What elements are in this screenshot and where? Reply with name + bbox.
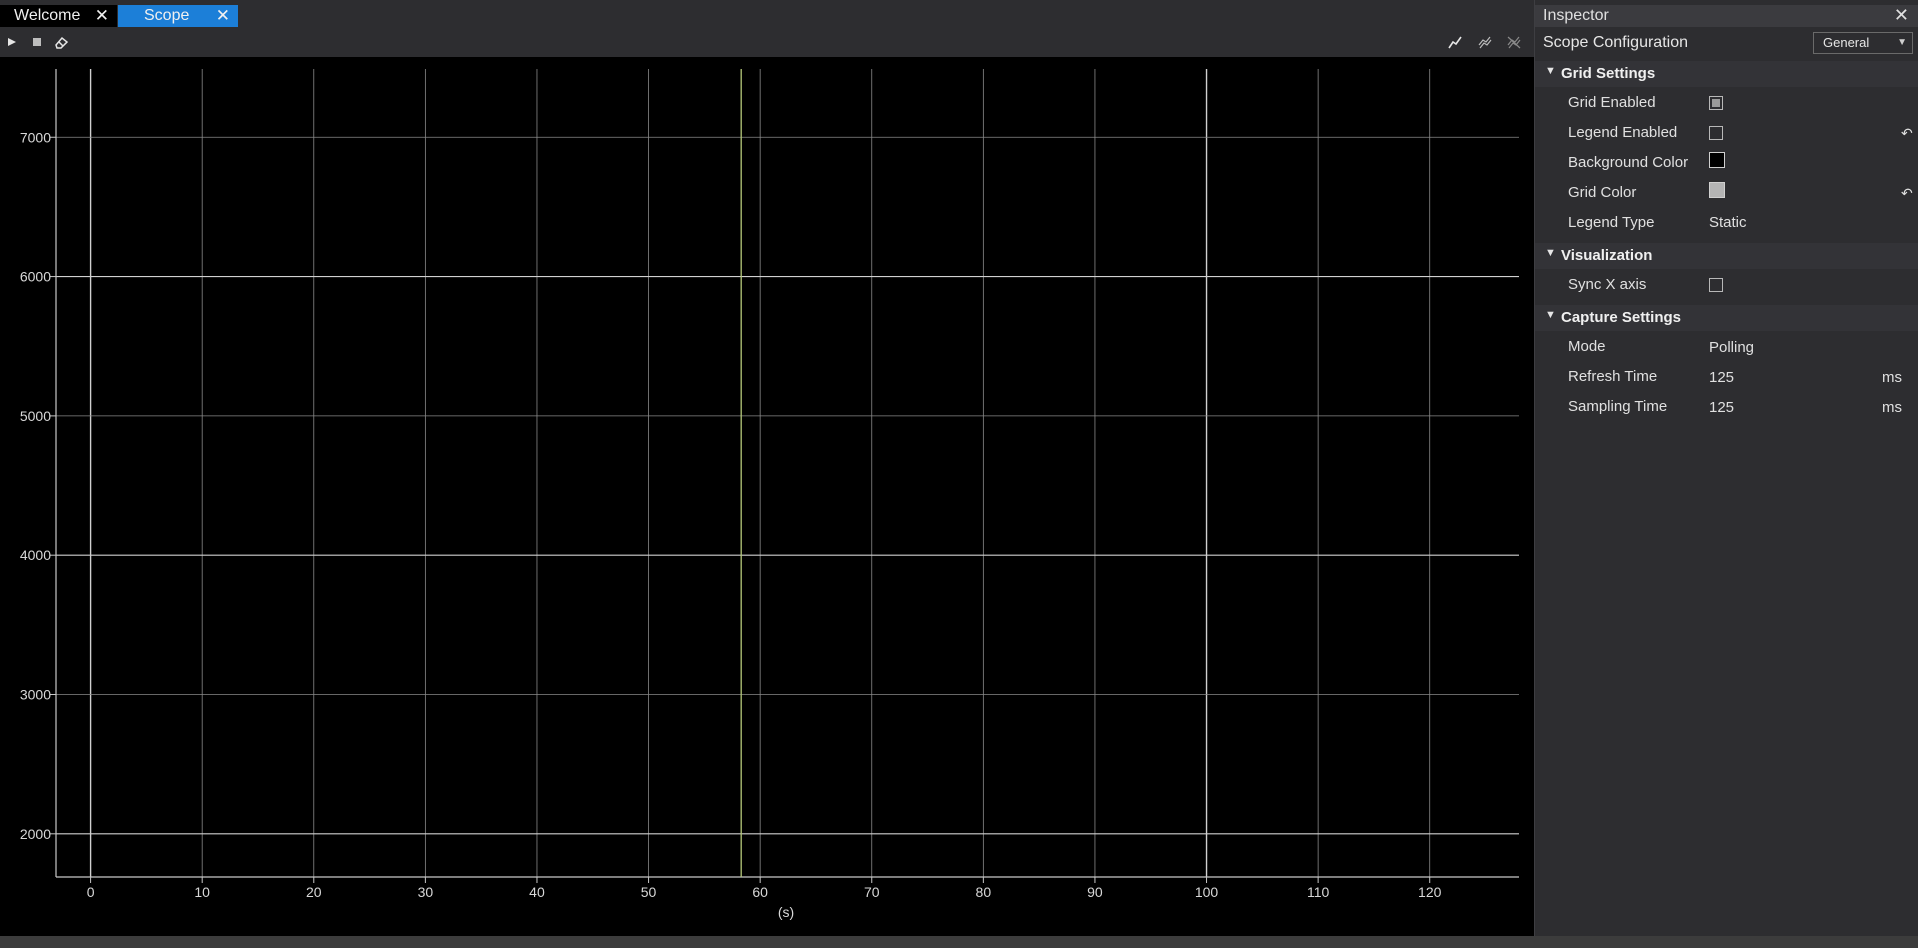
collapse-triangle-icon[interactable]: ▼ — [1545, 247, 1556, 259]
refresh-time-unit: ms — [1882, 369, 1902, 386]
tab-scope-label: Scope — [144, 7, 190, 24]
reset-icon[interactable]: ↶ — [1901, 185, 1913, 202]
refresh-time-input[interactable]: 125 — [1709, 369, 1734, 386]
inspector-title: Inspector — [1543, 7, 1609, 24]
reset-icon[interactable]: ↶ — [1901, 125, 1913, 142]
scope-configuration-label: Scope Configuration — [1543, 34, 1688, 51]
x-tick-label: 0 — [87, 884, 95, 900]
close-icon[interactable]: ✕ — [95, 5, 109, 27]
scope-configuration-value: General — [1823, 35, 1870, 50]
tab-welcome[interactable]: Welcome ✕ — [0, 5, 117, 27]
refresh-time-label: Refresh Time — [1568, 368, 1658, 385]
grid-enabled-checkbox[interactable] — [1709, 96, 1723, 110]
scope-workspace: Welcome ✕ Scope ✕ 0 10 20 30 40 50 60 70… — [0, 0, 1534, 936]
y-tick-label: 3000 — [20, 687, 51, 703]
x-tick-label: 10 — [194, 884, 210, 900]
y-tick-label: 6000 — [20, 269, 51, 285]
collapse-triangle-icon[interactable]: ▼ — [1545, 309, 1556, 321]
chevron-down-icon: ▼ — [1897, 37, 1907, 48]
x-tick-label: 20 — [306, 884, 322, 900]
x-tick-label: 60 — [752, 884, 768, 900]
mode-label: Mode — [1568, 338, 1606, 355]
section-title: Visualization — [1561, 247, 1653, 264]
x-tick-label: 120 — [1418, 884, 1442, 900]
document-tab-bar: Welcome ✕ Scope ✕ — [0, 0, 1534, 27]
y-tick-label: 2000 — [20, 826, 51, 842]
scope-configuration-select[interactable]: General ▼ — [1813, 32, 1913, 54]
inspector-header: Inspector ✕ — [1535, 5, 1918, 27]
section-title: Capture Settings — [1561, 309, 1682, 326]
legend-enabled-checkbox[interactable] — [1709, 126, 1723, 140]
section-title: Grid Settings — [1561, 65, 1656, 82]
scope-plot[interactable]: 0 10 20 30 40 50 60 70 80 90 100 110 120 2000 3000 4000… — [0, 57, 1534, 936]
grid-color-swatch[interactable] — [1709, 182, 1725, 198]
x-tick-label: 70 — [864, 884, 880, 900]
background-color-label: Background Color — [1568, 154, 1689, 171]
play-icon[interactable] — [1, 31, 23, 53]
legend-enabled-label: Legend Enabled — [1568, 124, 1678, 141]
inspector-panel: Inspector ✕ Scope Configuration General … — [1534, 0, 1918, 936]
sampling-time-label: Sampling Time — [1568, 398, 1668, 415]
line-chart-icon[interactable] — [1444, 31, 1466, 53]
zoom-fit-icon[interactable] — [1474, 31, 1496, 53]
eraser-icon[interactable] — [50, 31, 72, 53]
x-tick-label: 40 — [529, 884, 545, 900]
tab-welcome-label: Welcome — [14, 7, 81, 24]
sampling-time-unit: ms — [1882, 399, 1902, 416]
tab-scope[interactable]: Scope ✕ — [118, 5, 238, 27]
background-color-swatch[interactable] — [1709, 152, 1725, 168]
collapse-triangle-icon[interactable]: ▼ — [1545, 65, 1556, 77]
x-tick-label: 50 — [641, 884, 657, 900]
legend-type-value[interactable]: Static — [1709, 214, 1747, 231]
close-icon[interactable]: ✕ — [1894, 5, 1909, 26]
zoom-reset-icon[interactable] — [1503, 31, 1525, 53]
sampling-time-input[interactable]: 125 — [1709, 399, 1734, 416]
x-tick-label: 30 — [418, 884, 434, 900]
x-tick-label: 110 — [1307, 884, 1330, 900]
y-tick-label: 5000 — [20, 408, 51, 424]
x-axis-title: (s) — [778, 904, 794, 920]
scope-toolbar — [0, 27, 1534, 57]
legend-type-label: Legend Type — [1568, 214, 1655, 231]
section-visualization[interactable]: ▼ Visualization — [1535, 243, 1918, 269]
stop-icon[interactable] — [26, 31, 48, 53]
x-tick-label: 80 — [976, 884, 992, 900]
x-tick-label: 100 — [1195, 884, 1219, 900]
mode-value[interactable]: Polling — [1709, 339, 1754, 356]
status-bar — [0, 936, 1918, 948]
scope-chart[interactable]: 0 10 20 30 40 50 60 70 80 90 100 110 120 2000 3000 4000… — [0, 57, 1534, 936]
grid-enabled-label: Grid Enabled — [1568, 94, 1656, 111]
section-capture-settings[interactable]: ▼ Capture Settings — [1535, 305, 1918, 331]
section-grid-settings[interactable]: ▼ Grid Settings — [1535, 61, 1918, 87]
y-tick-label: 4000 — [20, 547, 51, 563]
close-icon[interactable]: ✕ — [216, 5, 230, 27]
y-tick-label: 7000 — [20, 129, 51, 145]
sync-x-axis-label: Sync X axis — [1568, 276, 1647, 293]
sync-x-axis-checkbox[interactable] — [1709, 278, 1723, 292]
x-tick-label: 90 — [1087, 884, 1103, 900]
grid-color-label: Grid Color — [1568, 184, 1637, 201]
